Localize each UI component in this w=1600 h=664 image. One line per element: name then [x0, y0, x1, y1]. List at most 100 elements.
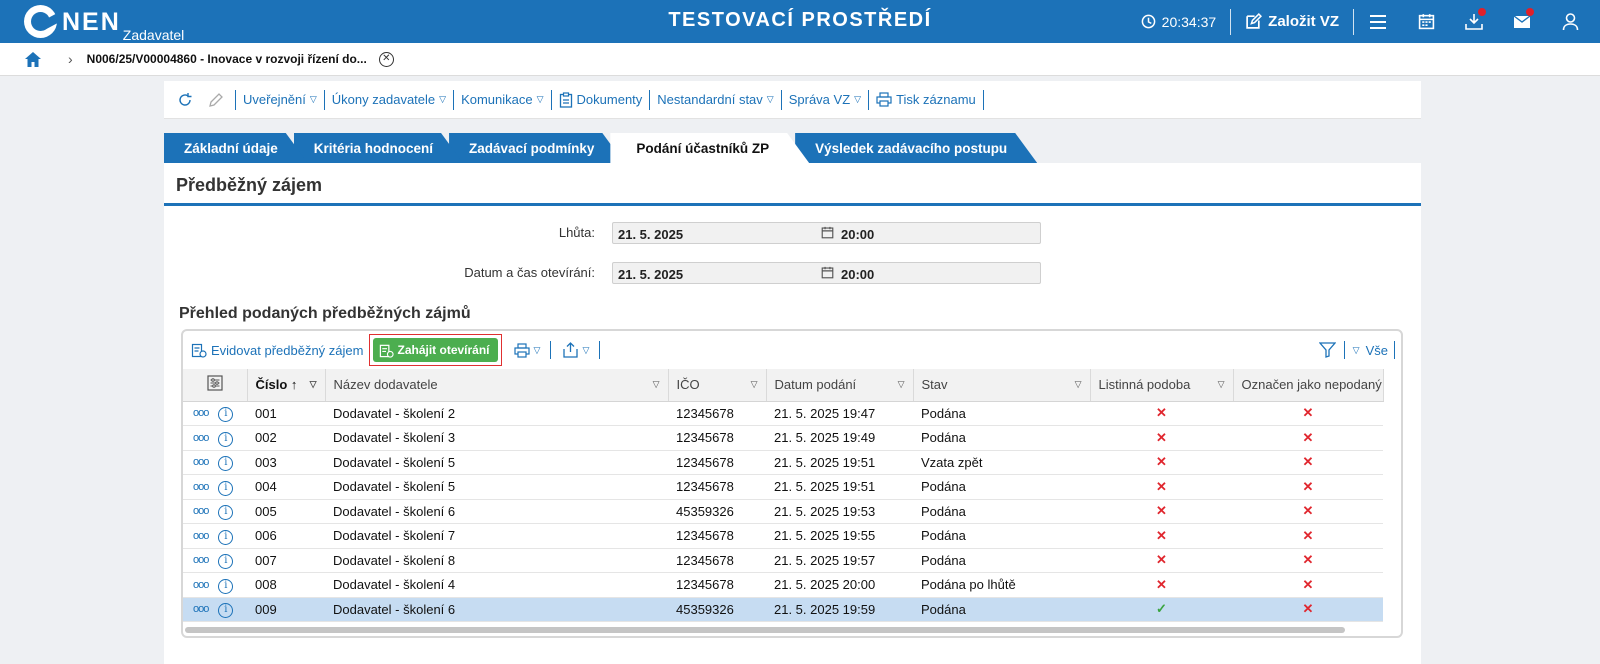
more-actions-icon[interactable]: ooo — [193, 530, 209, 542]
table-row[interactable]: ooo i 004 Dodavatel - školení 5 12345678 21. … — [183, 474, 1383, 500]
evidovat-button[interactable]: Evidovat předběžný zájem — [191, 342, 363, 358]
info-icon[interactable]: i — [218, 480, 234, 496]
row-actions: ooo i — [183, 523, 247, 549]
toolbar-sprava-vz[interactable]: Správa VZ ▽ — [782, 89, 870, 110]
row-actions: ooo i — [183, 572, 247, 598]
more-actions-icon[interactable]: ooo — [193, 407, 209, 419]
table-body: ooo i 001 Dodavatel - školení 2 12345678 21. … — [183, 401, 1383, 622]
filter-triangle-icon[interactable]: ▽ — [1218, 379, 1225, 390]
cross-icon: ✕ — [1233, 401, 1383, 426]
filter-triangle-icon[interactable]: ▽ — [751, 379, 758, 390]
tab-zakladni-udaje[interactable]: Základní údaje — [164, 133, 308, 163]
calendar-button[interactable] — [1402, 0, 1450, 43]
user-button[interactable] — [1546, 0, 1594, 43]
column-header-nazev[interactable]: Název dodavatele ▽ — [325, 369, 669, 402]
breadcrumb-item[interactable]: N006/25/V00004860 - Inovace v rozvoji ří… — [87, 52, 367, 66]
more-actions-icon[interactable]: ooo — [193, 456, 209, 468]
row-actions: ooo i — [183, 499, 247, 524]
zahajit-otevirani-button[interactable]: Zahájit otevírání — [373, 338, 498, 362]
cross-icon: ✕ — [1090, 572, 1233, 598]
tab-vysledek-zadavaciho-postupu[interactable]: Výsledek zadávacího postupu — [795, 133, 1037, 163]
toolbar-dokumenty[interactable]: Dokumenty — [552, 89, 651, 110]
info-icon[interactable]: i — [218, 407, 234, 423]
nen-logo[interactable]: NEN Zadavatel — [24, 5, 184, 43]
date-value: 21. 5. 2025 — [618, 267, 684, 282]
horizontal-scrollbar[interactable] — [185, 627, 1345, 633]
column-header-nepodany[interactable]: Označen jako nepodaný — [1233, 369, 1384, 402]
info-icon[interactable]: i — [218, 456, 234, 472]
column-label: Stav — [921, 377, 948, 393]
column-header-cislo[interactable]: Číslo ↑ ▽ — [247, 369, 326, 402]
cell-datum: 21. 5. 2025 19:51 — [766, 450, 913, 475]
toolbar-uverejneni[interactable]: Uveřejnění ▽ — [236, 89, 325, 110]
more-actions-icon[interactable]: ooo — [193, 554, 209, 566]
table-row[interactable]: ooo i 002 Dodavatel - školení 3 12345678 21. … — [183, 425, 1383, 451]
cell-stav: Podána po lhůtě — [913, 572, 1090, 598]
print-dropdown[interactable]: ▽ — [513, 342, 540, 358]
tab-zadavaci-podminky[interactable]: Zadávací podmínky — [449, 133, 624, 163]
filter-all-dropdown[interactable]: Vše — [1366, 343, 1388, 358]
export-dropdown[interactable]: ▽ — [563, 342, 589, 358]
tab-label: Podání účastníků ZP — [636, 140, 770, 156]
triangle-down-icon: ▽ — [854, 94, 862, 104]
info-icon[interactable]: i — [218, 431, 234, 447]
menu-icon — [1370, 14, 1386, 29]
info-icon[interactable]: i — [218, 505, 234, 521]
clock-time: 20:34:37 — [1161, 13, 1217, 30]
home-button[interactable] — [24, 51, 42, 68]
create-vz-button[interactable]: Založit VZ — [1231, 13, 1353, 30]
lhuta-input[interactable]: 21. 5. 2025 20:00 — [612, 222, 1041, 244]
table-row[interactable]: ooo i 007 Dodavatel - školení 8 12345678 21. … — [183, 548, 1383, 573]
menu-button[interactable] — [1354, 0, 1402, 43]
filter-triangle-icon[interactable]: ▽ — [1075, 379, 1082, 390]
column-header-stav[interactable]: Stav ▽ — [913, 369, 1091, 402]
cell-stav: Podána — [913, 499, 1090, 524]
more-actions-icon[interactable]: ooo — [193, 481, 209, 493]
cell-cislo: 003 — [247, 450, 325, 475]
refresh-button[interactable] — [170, 90, 201, 110]
info-icon[interactable]: i — [218, 554, 234, 570]
close-icon[interactable]: ✕ — [378, 51, 394, 67]
submissions-grid: Evidovat předběžný zájem Zahájit otevírá… — [181, 329, 1403, 638]
column-label: Označen jako nepodaný — [1241, 377, 1382, 393]
cell-datum: 21. 5. 2025 19:57 — [766, 548, 913, 573]
cell-stav: Podána — [913, 597, 1090, 622]
column-header-ico[interactable]: IČO ▽ — [668, 369, 767, 402]
info-icon[interactable]: i — [218, 603, 234, 619]
cell-datum: 21. 5. 2025 19:51 — [766, 474, 913, 500]
download-button[interactable] — [1450, 0, 1498, 43]
cell-datum: 21. 5. 2025 19:59 — [766, 597, 913, 622]
table-row[interactable]: ooo i 008 Dodavatel - školení 4 12345678 21. … — [183, 572, 1383, 598]
toolbar-ukony-zadavatele[interactable]: Úkony zadavatele ▽ — [325, 89, 455, 110]
datum-otevirani-input[interactable]: 21. 5. 2025 20:00 — [612, 262, 1041, 284]
info-icon[interactable]: i — [218, 578, 234, 594]
column-header-listinna[interactable]: Listinná podoba ▽ — [1090, 369, 1234, 402]
more-actions-icon[interactable]: ooo — [193, 505, 209, 517]
cross-icon: ✕ — [1233, 572, 1383, 598]
more-actions-icon[interactable]: ooo — [193, 579, 209, 591]
info-icon[interactable]: i — [218, 529, 234, 545]
row-actions: ooo i — [183, 425, 247, 451]
toolbar-tisk-zaznamu[interactable]: Tisk záznamu — [869, 89, 984, 110]
filter-triangle-icon[interactable]: ▽ — [310, 379, 317, 390]
table-row[interactable]: ooo i 006 Dodavatel - školení 7 12345678 21. … — [183, 523, 1383, 549]
more-actions-icon[interactable]: ooo — [193, 603, 209, 615]
filter-triangle-icon[interactable]: ▽ — [653, 379, 660, 390]
table-row[interactable]: ooo i 003 Dodavatel - školení 5 12345678 21. … — [183, 450, 1383, 475]
more-actions-icon[interactable]: ooo — [193, 432, 209, 444]
toolbar-komunikace[interactable]: Komunikace ▽ — [454, 89, 552, 110]
column-header-datum[interactable]: Datum podání ▽ — [766, 369, 914, 402]
mail-button[interactable] — [1498, 0, 1546, 43]
column-settings[interactable] — [183, 369, 248, 402]
table-row[interactable]: ooo i 009 Dodavatel - školení 6 45359326 21. … — [183, 597, 1383, 622]
toolbar-nestandardni-stav[interactable]: Nestandardní stav ▽ — [650, 89, 782, 110]
logo-text: NEN — [62, 8, 121, 36]
cell-nazev: Dodavatel - školení 8 — [325, 548, 668, 573]
filter-triangle-icon[interactable]: ▽ — [898, 379, 905, 390]
tab-podani-ucastniku[interactable]: Podání účastníků ZP — [610, 133, 809, 163]
triangle-down-icon: ▽ — [582, 344, 590, 355]
table-row[interactable]: ooo i 005 Dodavatel - školení 6 45359326 21. … — [183, 499, 1383, 524]
table-row[interactable]: ooo i 001 Dodavatel - školení 2 12345678 21. … — [183, 401, 1383, 426]
edit-button[interactable] — [201, 89, 236, 110]
tab-kriteria-hodnoceni[interactable]: Kritéria hodnocení — [294, 133, 463, 163]
